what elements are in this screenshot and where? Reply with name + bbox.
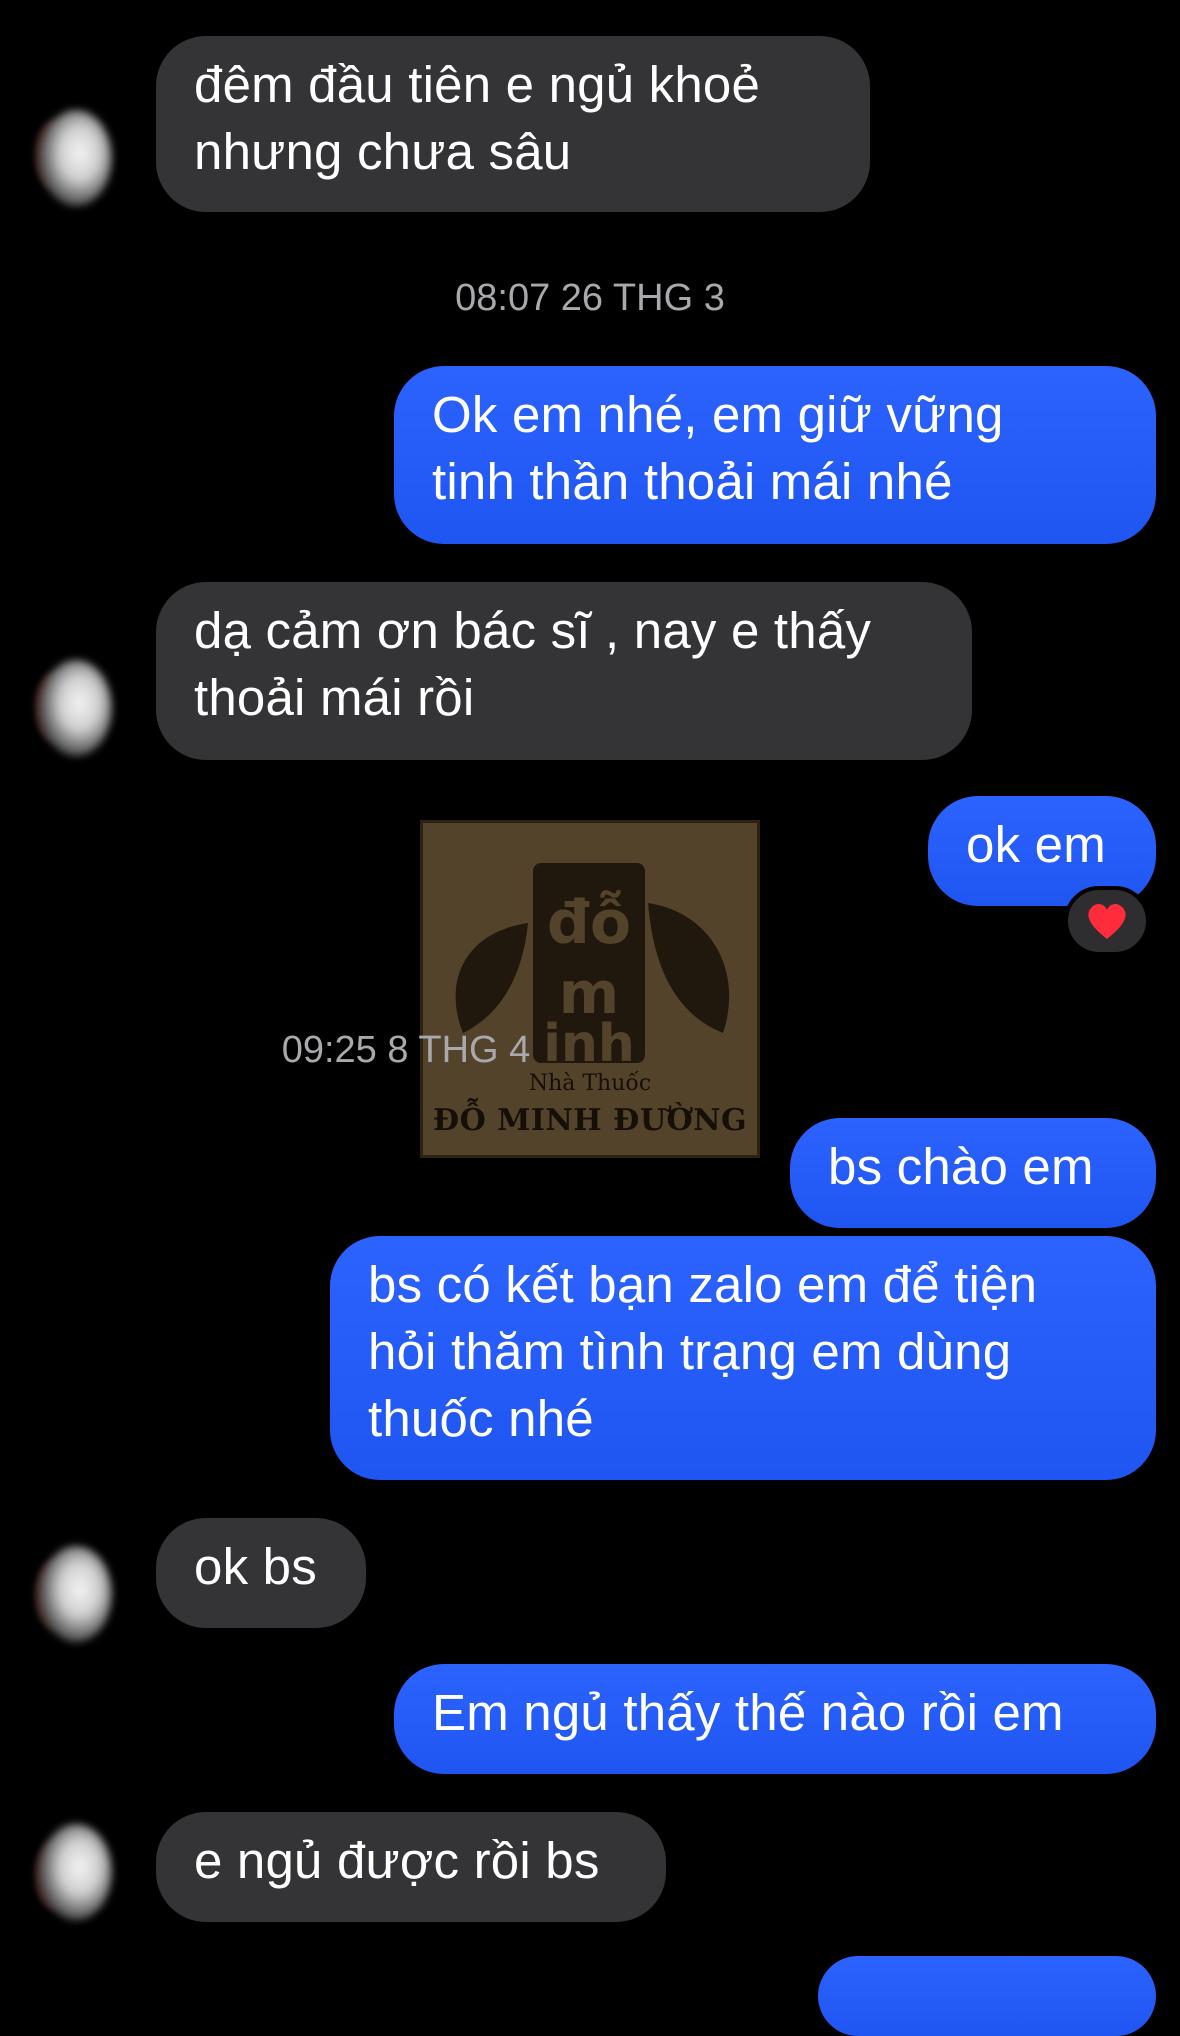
contact-avatar[interactable] (40, 1546, 112, 1642)
message-bubble-outgoing[interactable]: Ok em nhé, em giữ vững tinh thần thoải m… (394, 366, 1156, 544)
contact-avatar[interactable] (40, 1824, 112, 1920)
contact-avatar[interactable] (40, 110, 112, 206)
message-bubble-incoming[interactable]: dạ cảm ơn bác sĩ , nay e thấy thoải mái … (156, 582, 972, 760)
contact-avatar[interactable] (40, 660, 112, 756)
message-bubble-outgoing[interactable]: bs có kết bạn zalo em để tiện hỏi thăm t… (330, 1236, 1156, 1480)
message-bubble-incoming[interactable]: đêm đầu tiên e ngủ khoẻ nhưng chưa sâu (156, 36, 870, 212)
message-bubble-outgoing[interactable]: Em ngủ thấy thế nào rồi em (394, 1664, 1156, 1774)
timestamp: 08:07 26 THG 3 (455, 277, 725, 319)
watermark-line2: ĐỖ MINH ĐƯỜNG (432, 1103, 748, 1138)
leaf-logo-icon: đỗ m inh (455, 863, 730, 1073)
message-bubble-outgoing[interactable]: bs chào em (790, 1118, 1156, 1228)
message-bubble-incoming[interactable]: e ngủ được rồi bs (156, 1812, 666, 1922)
pharmacy-watermark-logo: đỗ m inh Nhà Thuốc ĐỖ MINH ĐƯỜNG (420, 820, 760, 1158)
message-bubble-incoming[interactable]: ok bs (156, 1518, 366, 1628)
watermark-line1: Nhà Thuốc (528, 1071, 652, 1096)
svg-text:inh: inh (543, 1014, 635, 1073)
message-bubble-outgoing-partial[interactable] (818, 1956, 1156, 2036)
svg-text:đỗ: đỗ (547, 888, 631, 958)
heart-icon (1088, 903, 1126, 939)
reaction-badge[interactable] (1064, 886, 1150, 956)
